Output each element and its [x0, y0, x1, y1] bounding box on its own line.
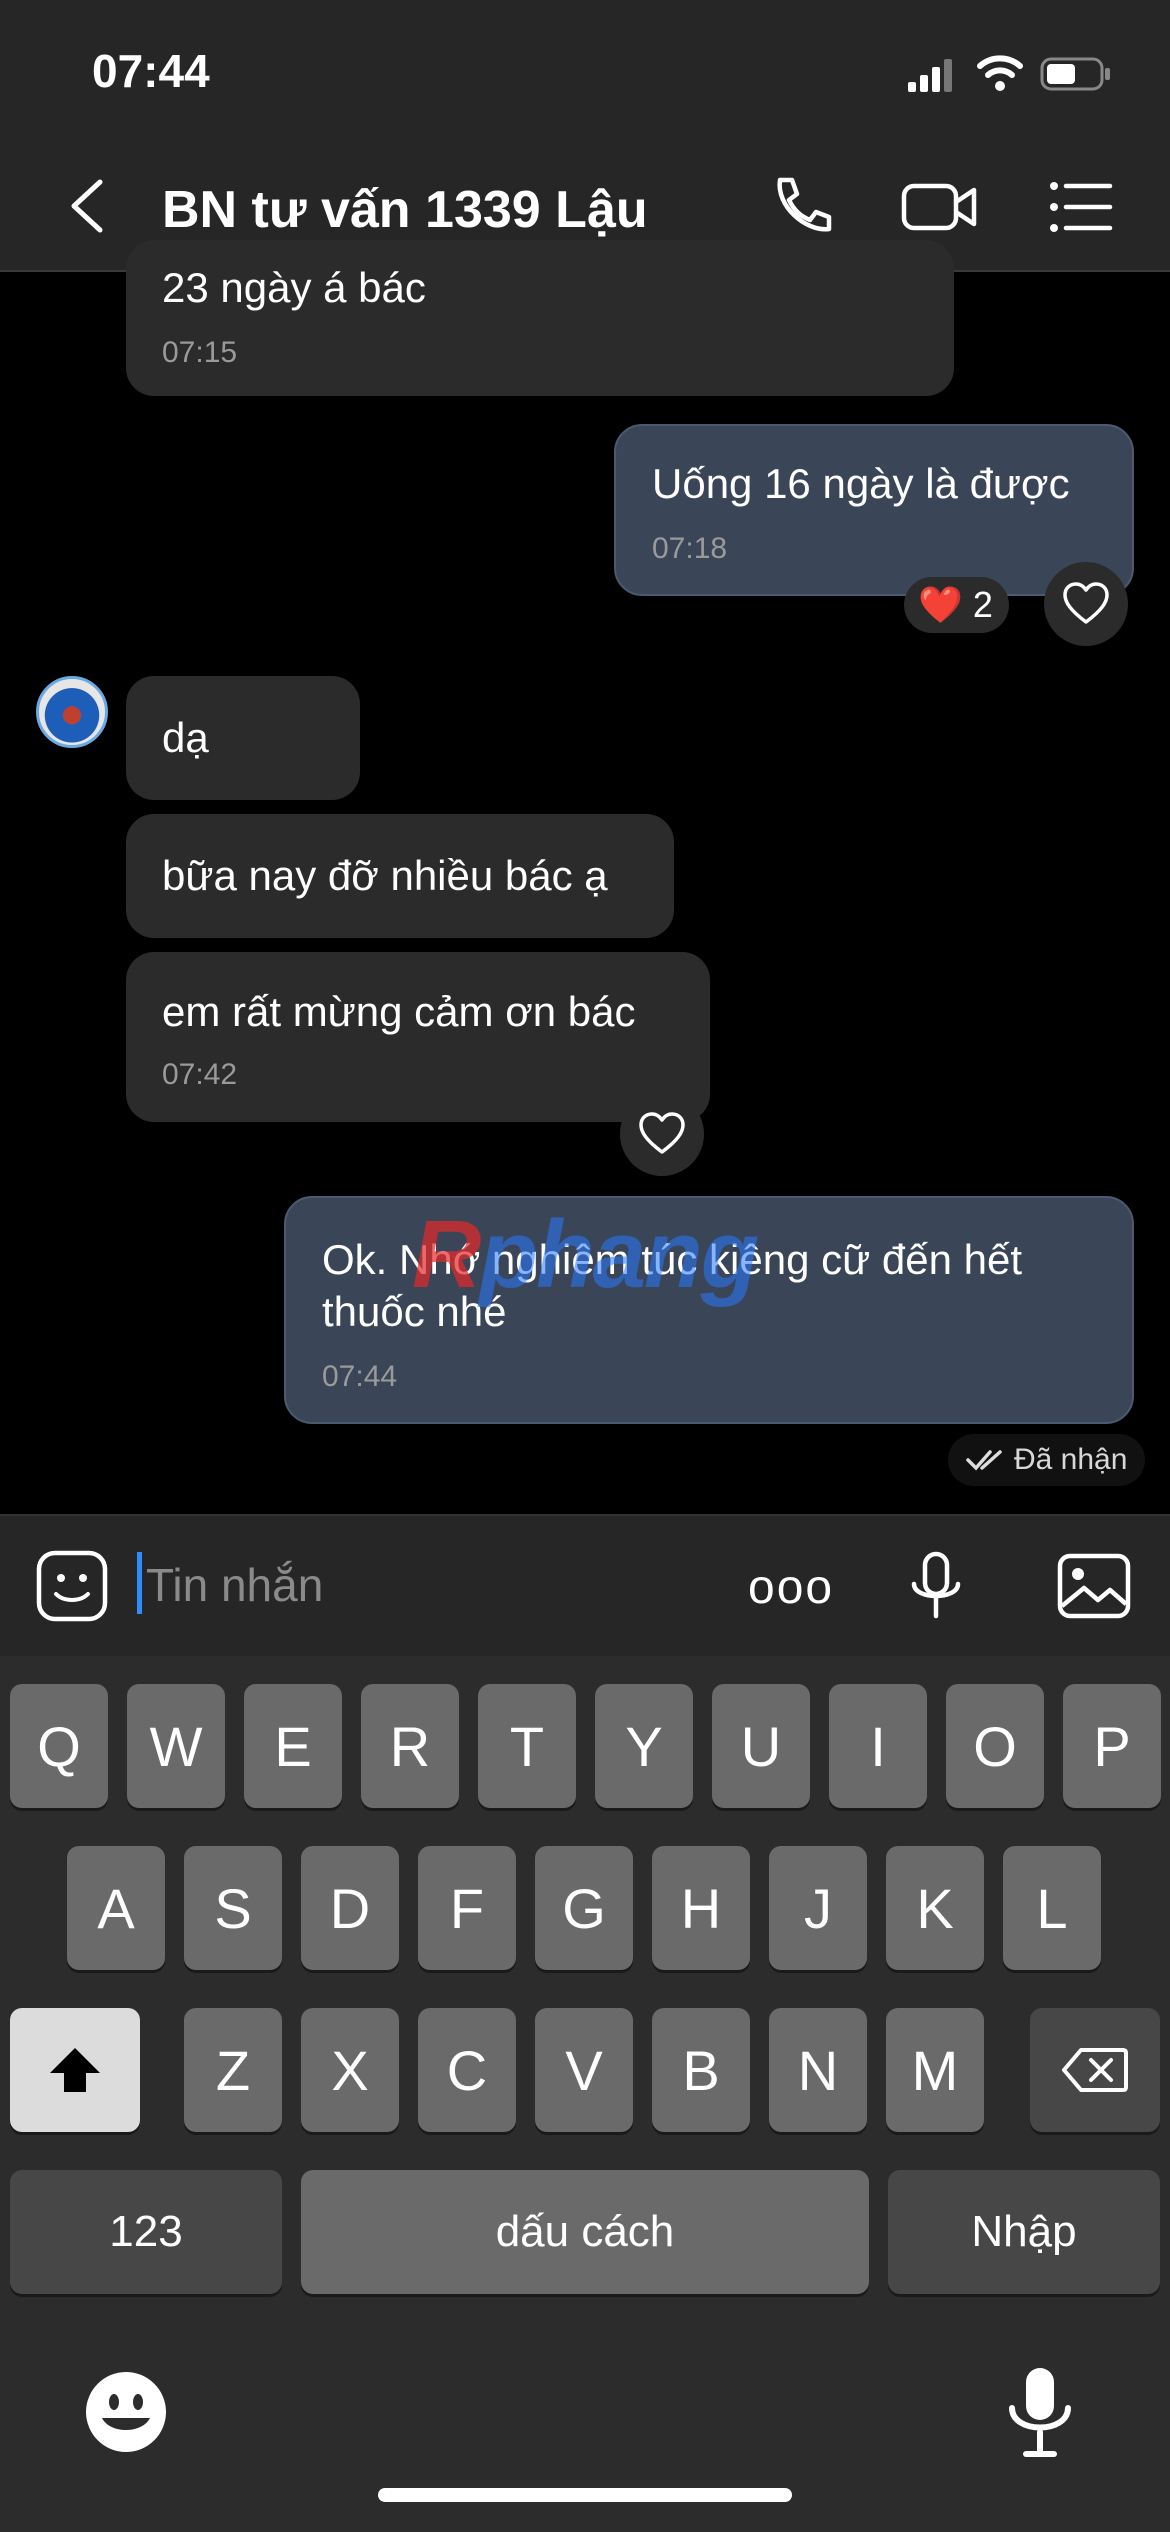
- status-time: 07:44: [92, 45, 210, 97]
- key-p[interactable]: P: [1063, 1684, 1161, 1808]
- key-z[interactable]: Z: [184, 2008, 282, 2132]
- key-u[interactable]: U: [712, 1684, 810, 1808]
- contact-avatar[interactable]: [36, 676, 108, 748]
- message-bubble-received[interactable]: dạ: [126, 676, 360, 800]
- image-gallery-icon[interactable]: [1056, 1548, 1132, 1624]
- return-key[interactable]: Nhập: [888, 2170, 1160, 2294]
- key-k[interactable]: K: [886, 1846, 984, 1970]
- cellular-signal-icon: [908, 59, 952, 92]
- key-q[interactable]: Q: [10, 1684, 108, 1808]
- key-g[interactable]: G: [535, 1846, 633, 1970]
- message-text: em rất mừng cảm ơn bác: [162, 988, 636, 1035]
- key-r[interactable]: R: [361, 1684, 459, 1808]
- numbers-key[interactable]: 123: [10, 2170, 282, 2294]
- watermark-logo: Rphang: [412, 1201, 759, 1308]
- like-button[interactable]: [620, 1092, 704, 1176]
- emoji-keyboard-icon[interactable]: [84, 2370, 168, 2454]
- wifi-icon: [977, 55, 1023, 91]
- more-options-button[interactable]: ooo: [748, 1560, 834, 1615]
- key-b[interactable]: B: [652, 2008, 750, 2132]
- key-o[interactable]: O: [946, 1684, 1044, 1808]
- sticker-icon[interactable]: [34, 1548, 110, 1624]
- key-n[interactable]: N: [769, 2008, 867, 2132]
- key-s[interactable]: S: [184, 1846, 282, 1970]
- message-time: 07:44: [322, 1360, 398, 1393]
- space-key[interactable]: dấu cách: [301, 2170, 869, 2294]
- message-text: bữa nay đỡ nhiều bác ạ: [162, 852, 608, 899]
- reaction-badge[interactable]: ❤️ 2: [904, 577, 1009, 633]
- key-m[interactable]: M: [886, 2008, 984, 2132]
- backspace-icon: [1062, 2048, 1128, 2092]
- key-j[interactable]: J: [769, 1846, 867, 1970]
- key-t[interactable]: T: [478, 1684, 576, 1808]
- message-time: 07:15: [162, 336, 238, 369]
- key-l[interactable]: L: [1003, 1846, 1101, 1970]
- battery-icon: [1040, 57, 1110, 91]
- menu-list-icon[interactable]: [1046, 172, 1116, 242]
- like-button[interactable]: [1044, 562, 1128, 646]
- phone-call-icon[interactable]: [766, 172, 836, 242]
- key-i[interactable]: I: [829, 1684, 927, 1808]
- shift-arrow-icon: [50, 2048, 100, 2092]
- key-f[interactable]: F: [418, 1846, 516, 1970]
- microphone-icon[interactable]: [898, 1548, 974, 1624]
- message-input[interactable]: Tin nhắn: [146, 1558, 323, 1612]
- message-text: dạ: [162, 714, 209, 761]
- message-bubble-received[interactable]: bữa nay đỡ nhiều bác ạ: [126, 814, 674, 938]
- text-cursor: [137, 1552, 142, 1614]
- message-text: 23 ngày á bác: [162, 264, 426, 311]
- key-x[interactable]: X: [301, 2008, 399, 2132]
- video-call-icon[interactable]: [900, 172, 980, 242]
- key-h[interactable]: H: [652, 1846, 750, 1970]
- message-text: Uống 16 ngày là được: [652, 460, 1070, 507]
- dictation-mic-icon[interactable]: [1004, 2364, 1076, 2460]
- message-bubble-sent[interactable]: Uống 16 ngày là được 07:18: [614, 424, 1134, 596]
- heart-outline-icon: [639, 1112, 685, 1154]
- message-bubble-received[interactable]: em rất mừng cảm ơn bác 07:42: [126, 952, 710, 1122]
- backspace-key[interactable]: [1030, 2008, 1160, 2132]
- heart-outline-icon: [1063, 582, 1109, 624]
- key-e[interactable]: E: [244, 1684, 342, 1808]
- back-icon[interactable]: [60, 176, 120, 236]
- double-check-icon: [966, 1450, 1002, 1471]
- key-w[interactable]: W: [127, 1684, 225, 1808]
- top-bar: 07:44 BN tư vấn 1339 Lậu: [0, 0, 1170, 272]
- heart-emoji-icon: ❤️: [918, 584, 963, 625]
- shift-key[interactable]: [10, 2008, 140, 2132]
- message-time: 07:42: [162, 1058, 238, 1091]
- message-bubble-received[interactable]: 23 ngày á bác 07:15: [126, 240, 954, 396]
- conversation-title[interactable]: BN tư vấn 1339 Lậu: [162, 180, 648, 240]
- key-y[interactable]: Y: [595, 1684, 693, 1808]
- delivery-status-text: Đã nhận: [1014, 1443, 1128, 1476]
- key-a[interactable]: A: [67, 1846, 165, 1970]
- message-time: 07:18: [652, 532, 728, 565]
- key-v[interactable]: V: [535, 2008, 633, 2132]
- key-d[interactable]: D: [301, 1846, 399, 1970]
- reaction-count: 2: [972, 584, 993, 625]
- delivery-status: Đã nhận: [948, 1434, 1146, 1486]
- key-c[interactable]: C: [418, 2008, 516, 2132]
- home-indicator[interactable]: [378, 2488, 792, 2502]
